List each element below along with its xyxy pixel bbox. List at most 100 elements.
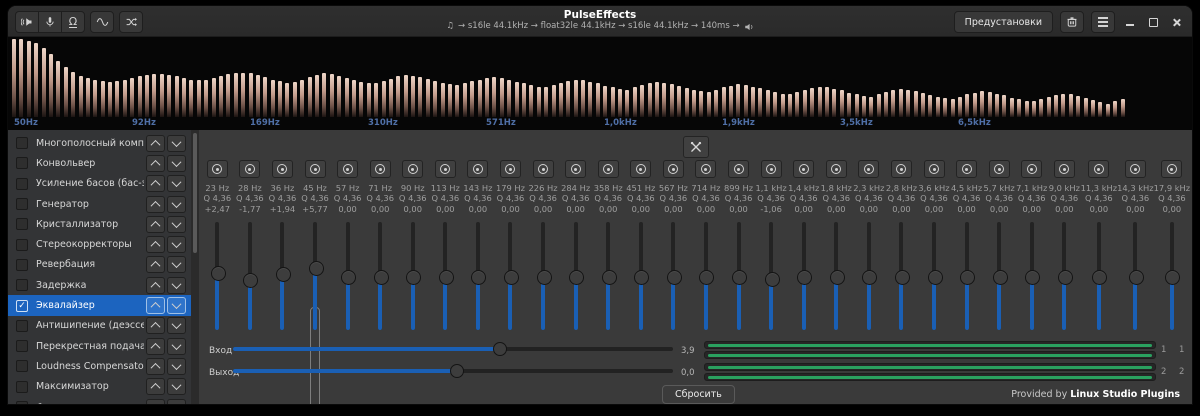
move-down-button[interactable]: [167, 256, 186, 274]
move-down-button[interactable]: [167, 236, 186, 254]
band-settings-button[interactable]: [271, 160, 293, 178]
input-gain-slider[interactable]: [233, 342, 673, 356]
band-settings-button[interactable]: [988, 160, 1010, 178]
slider-handle[interactable]: [699, 270, 715, 285]
sidebar-item[interactable]: Генератор: [8, 194, 191, 214]
scrollbar-thumb[interactable]: [193, 133, 197, 253]
sidebar-item[interactable]: Ревербация: [8, 255, 191, 275]
band-settings-button[interactable]: [662, 160, 684, 178]
band-gain-slider[interactable]: [438, 220, 454, 332]
band-gain-slider[interactable]: [308, 220, 324, 332]
slider-handle[interactable]: [243, 272, 259, 288]
effect-checkbox[interactable]: [16, 177, 28, 190]
band-settings-button[interactable]: [923, 160, 945, 178]
trash-preset-button[interactable]: [1060, 11, 1084, 33]
move-down-button[interactable]: [167, 297, 186, 315]
band-settings-button[interactable]: [890, 160, 912, 178]
eq-settings-button[interactable]: [682, 136, 709, 158]
slider-handle[interactable]: [1025, 270, 1041, 285]
effect-checkbox[interactable]: [16, 198, 28, 211]
band-settings-button[interactable]: [565, 160, 587, 178]
move-down-button[interactable]: [167, 195, 186, 213]
move-up-button[interactable]: [146, 317, 165, 335]
slider-handle[interactable]: [341, 270, 357, 285]
band-settings-button[interactable]: [369, 160, 391, 178]
move-down-button[interactable]: [167, 357, 186, 375]
band-gain-slider[interactable]: [633, 220, 650, 332]
slider-handle[interactable]: [732, 270, 748, 285]
band-settings-button[interactable]: [695, 160, 717, 178]
band-gain-slider[interactable]: [992, 220, 1008, 332]
band-settings-button[interactable]: [1161, 160, 1183, 178]
slider-handle[interactable]: [1128, 270, 1144, 285]
band-settings-button[interactable]: [793, 160, 815, 178]
effect-checkbox[interactable]: [16, 360, 28, 373]
band-settings-button[interactable]: [206, 160, 228, 178]
main-menu-button[interactable]: [1091, 11, 1115, 33]
slider-handle[interactable]: [1057, 270, 1073, 285]
sidebar-item[interactable]: Максимизатор: [8, 377, 191, 397]
band-settings-button[interactable]: [467, 160, 489, 178]
band-gain-slider[interactable]: [1128, 220, 1144, 332]
band-gain-slider[interactable]: [1024, 220, 1041, 332]
output-apps-button[interactable]: [15, 11, 38, 33]
slider-handle[interactable]: [927, 270, 943, 285]
move-down-button[interactable]: [167, 215, 186, 233]
effect-checkbox[interactable]: [16, 380, 28, 393]
band-settings-button[interactable]: [956, 160, 978, 178]
band-gain-slider[interactable]: [242, 220, 259, 332]
close-button[interactable]: [1168, 13, 1184, 31]
move-up-button[interactable]: [146, 154, 165, 172]
band-gain-slider[interactable]: [764, 220, 780, 332]
band-settings-button[interactable]: [825, 160, 847, 178]
band-settings-button[interactable]: [597, 160, 619, 178]
slider-handle[interactable]: [601, 270, 617, 285]
sidebar-scrollbar[interactable]: [191, 130, 199, 404]
slider-handle[interactable]: [406, 270, 422, 285]
band-gain-slider[interactable]: [796, 220, 813, 332]
band-gain-slider[interactable]: [959, 220, 976, 332]
slider-handle[interactable]: [569, 270, 585, 285]
move-down-button[interactable]: [167, 154, 186, 172]
band-settings-button[interactable]: [1124, 160, 1146, 178]
move-down-button[interactable]: [167, 175, 186, 193]
spectrum-toggle-button[interactable]: [119, 11, 143, 33]
effect-checkbox[interactable]: [16, 157, 28, 170]
move-up-button[interactable]: [146, 195, 165, 213]
band-gain-slider[interactable]: [536, 220, 552, 332]
move-down-button[interactable]: [167, 378, 186, 396]
move-up-button[interactable]: [146, 297, 165, 315]
band-settings-button[interactable]: [532, 160, 554, 178]
sidebar-item[interactable]: ✓ Эквалайзер: [8, 295, 191, 316]
band-settings-button[interactable]: [402, 160, 424, 178]
move-down-button[interactable]: [167, 337, 186, 355]
band-gain-slider[interactable]: [210, 220, 226, 332]
move-down-button[interactable]: [167, 398, 186, 404]
band-gain-slider[interactable]: [1164, 220, 1181, 332]
band-settings-button[interactable]: [304, 160, 326, 178]
band-settings-button[interactable]: [337, 160, 359, 178]
effect-checkbox[interactable]: [16, 218, 28, 231]
effect-checkbox[interactable]: [16, 340, 28, 353]
effect-checkbox[interactable]: [16, 319, 28, 332]
effect-checkbox[interactable]: [16, 401, 28, 404]
band-settings-button[interactable]: [858, 160, 880, 178]
band-gain-slider[interactable]: [503, 220, 519, 332]
slider-handle[interactable]: [829, 270, 845, 285]
band-gain-slider[interactable]: [568, 220, 585, 332]
minimize-button[interactable]: [1122, 13, 1138, 31]
band-settings-button[interactable]: [499, 160, 521, 178]
band-settings-button[interactable]: [1053, 160, 1075, 178]
move-up-button[interactable]: [146, 337, 165, 355]
move-up-button[interactable]: [146, 276, 165, 294]
move-up-button[interactable]: [146, 236, 165, 254]
move-up-button[interactable]: [146, 256, 165, 274]
band-settings-button[interactable]: [728, 160, 750, 178]
band-gain-slider[interactable]: [927, 220, 943, 332]
slider-handle[interactable]: [764, 271, 780, 287]
slider-handle[interactable]: [275, 266, 291, 282]
band-gain-slider[interactable]: [1091, 220, 1108, 332]
slider-handle[interactable]: [634, 270, 650, 285]
move-up-button[interactable]: [146, 175, 165, 193]
move-up-button[interactable]: [146, 134, 165, 152]
